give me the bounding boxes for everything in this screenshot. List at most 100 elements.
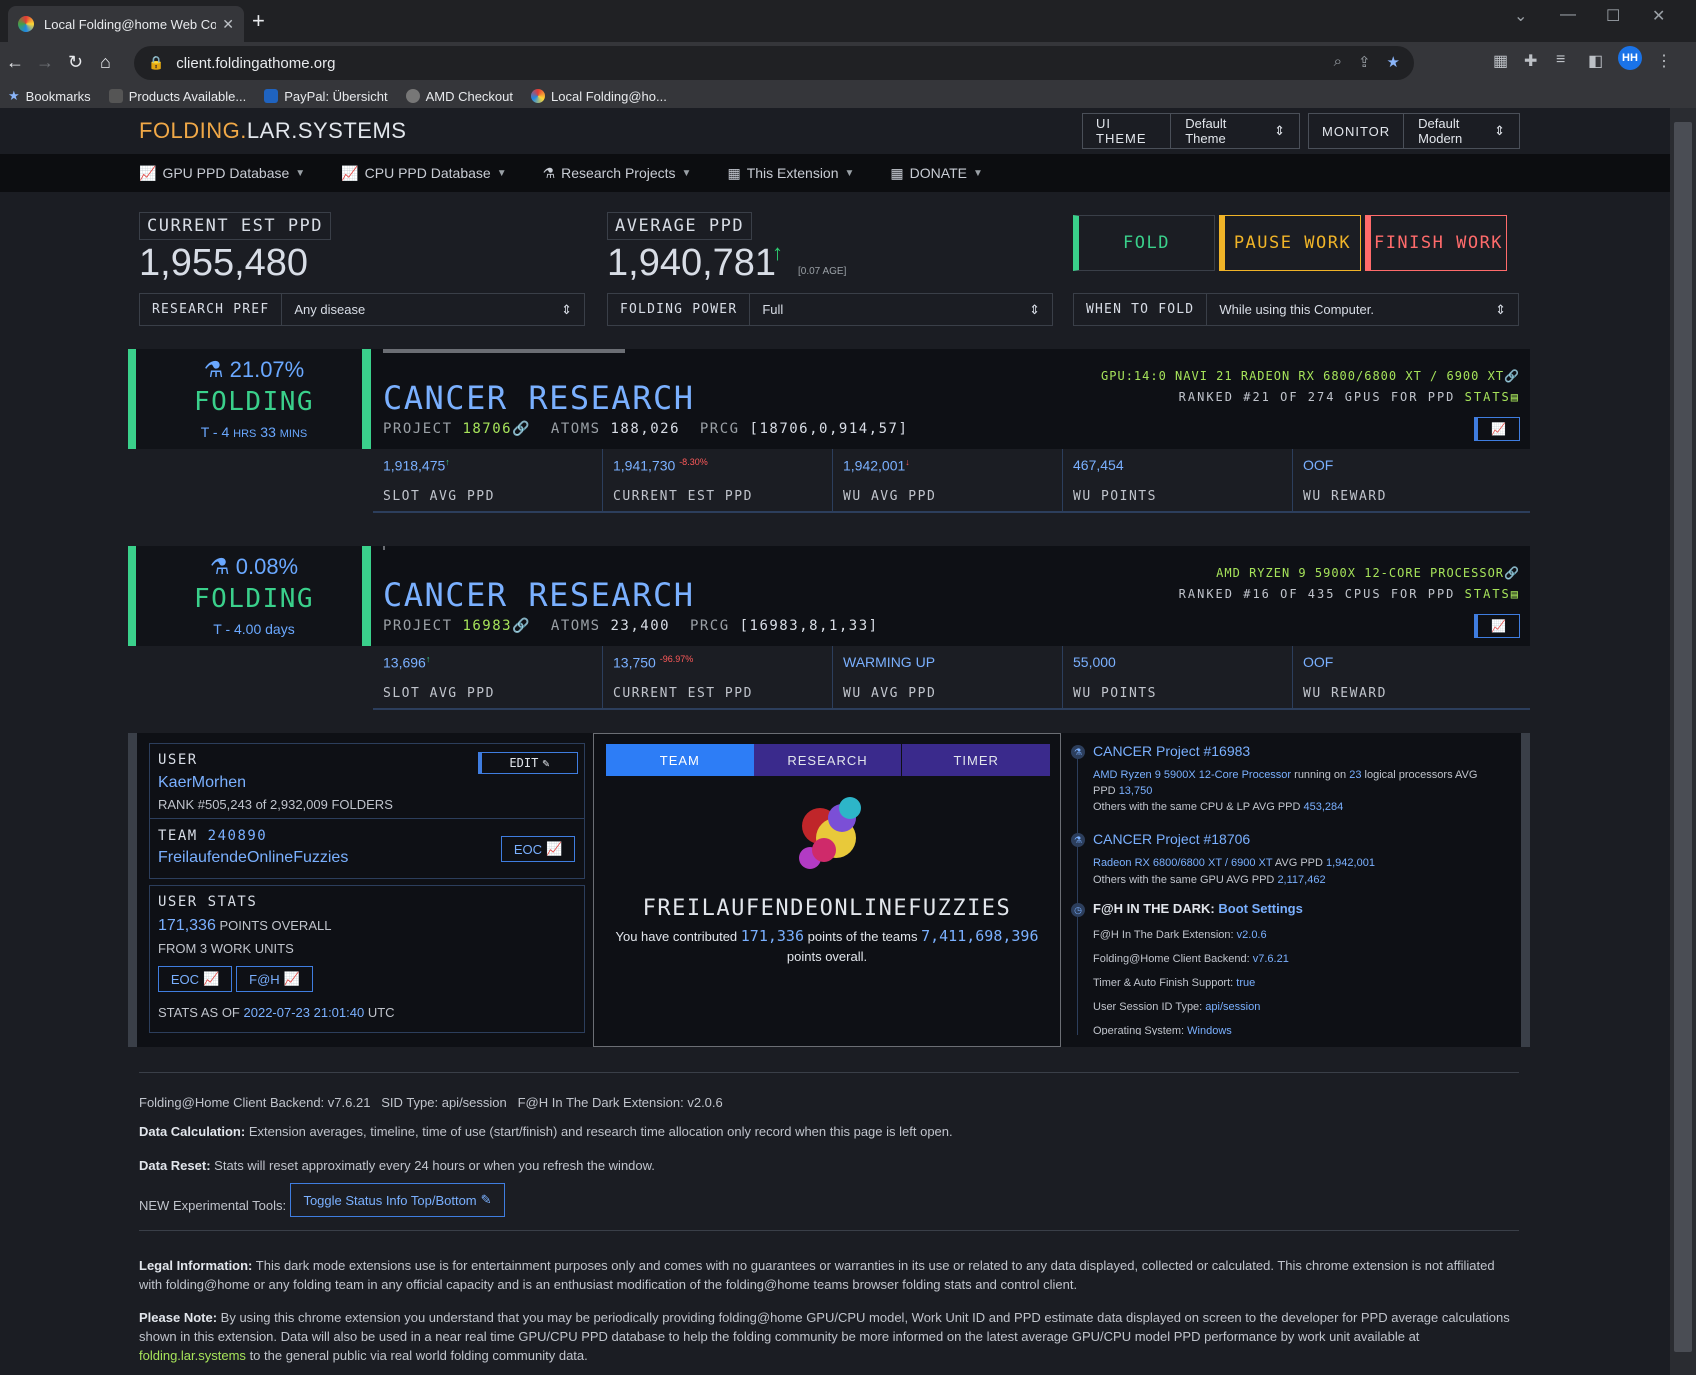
footer-legal: Legal Information: This dark mode extens… [139, 1258, 1495, 1292]
select-arrows-icon: ⇕ [1274, 123, 1285, 138]
wu-points-cell: 55,000 WU POINTS [1063, 646, 1293, 710]
research-pref-select[interactable]: RESEARCH PREF Any disease ⇕ [139, 293, 585, 326]
bookmark-item[interactable]: Local Folding@ho... [531, 89, 667, 104]
trend-up-icon: ↑ [772, 240, 783, 265]
slot-rank: RANKED #16 OF 435 CPUS FOR PPD STATS▤ [1178, 587, 1520, 601]
bookmark-item[interactable]: PayPal: Übersicht [264, 89, 388, 104]
link-icon: 🔗 [512, 421, 532, 437]
tab-search-icon[interactable]: ⌄ [1514, 6, 1527, 26]
stats-link[interactable]: STATS [1465, 390, 1511, 404]
fah-favicon-icon [18, 16, 34, 32]
tab-timer[interactable]: TIMER [902, 744, 1051, 776]
slot-device-link[interactable]: AMD RYZEN 9 5900X 12-CORE PROCESSOR🔗 [1216, 566, 1520, 580]
average-age-note: [0.07 AGE] [798, 266, 847, 277]
footer-note: Please Note: By using this chrome extens… [139, 1310, 1510, 1363]
slot-eta: T - 4 HRS 33 MINS [200, 424, 308, 440]
page-scrollbar[interactable] [1670, 108, 1696, 1375]
share-icon[interactable]: ⇪ [1358, 53, 1371, 71]
browser-tabstrip: Local Folding@home Web Contr ✕ + ⌄ — ☐ ✕ [0, 0, 1696, 42]
close-tab-icon[interactable]: ✕ [222, 16, 234, 33]
project-link[interactable]: 18706 [462, 421, 512, 437]
footer-data-reset: Data Reset: Stats will reset approximatl… [139, 1158, 655, 1173]
flask-icon: ⚗ [203, 357, 224, 382]
footer-versions: Folding@Home Client Backend: v7.6.21 SID… [139, 1095, 723, 1110]
slot-eta: T - 4.00 days [213, 621, 295, 637]
menu-gpu-ppd[interactable]: 📈 GPU PPD Database ▼ [139, 165, 305, 182]
pause-button[interactable]: PAUSE WORK [1219, 215, 1361, 271]
clock-icon: ◷ [1071, 903, 1085, 917]
stats-link[interactable]: STATS [1465, 587, 1511, 601]
user-eoc-button[interactable]: EOC 📈 [158, 966, 232, 992]
sidepanel-icon[interactable]: ◧ [1588, 51, 1603, 71]
team-eoc-button[interactable]: EOC 📈 [501, 836, 575, 862]
lock-icon: 🔒 [148, 55, 165, 70]
chevron-down-icon: ▼ [295, 167, 306, 179]
close-window-icon[interactable]: ✕ [1652, 6, 1665, 26]
slot-device-link[interactable]: GPU:14:0 NAVI 21 RADEON RX 6800/6800 XT … [1101, 369, 1520, 383]
slot-chart-button[interactable]: 📈 [1474, 417, 1520, 441]
minimize-icon[interactable]: — [1560, 6, 1576, 24]
address-bar[interactable]: 🔒 client.foldingathome.org ⌕ ⇪ ★ [134, 46, 1414, 80]
finish-button[interactable]: FINISH WORK [1365, 215, 1507, 271]
forward-icon[interactable]: → [36, 52, 54, 73]
extensions-puzzle-icon[interactable]: ✚ [1524, 51, 1537, 71]
slot-stats-row: 13,696↑ SLOT AVG PPD 13,750 -96.97% CURREN… [373, 646, 1530, 710]
bookmark-item[interactable]: ★ Bookmarks [8, 88, 91, 104]
fold-button[interactable]: FOLD [1073, 215, 1215, 271]
edit-user-button[interactable]: EDIT ✎ [478, 752, 578, 774]
toggle-status-button[interactable]: Toggle Status Info Top/Bottom ✎ [290, 1183, 505, 1217]
slot-main-panel: CANCER RESEARCH PROJECT 16983🔗 ATOMS 23,… [362, 546, 1530, 646]
folding-power-select[interactable]: FOLDING POWER Full ⇕ [607, 293, 1053, 326]
select-arrows-icon: ⇕ [561, 301, 572, 317]
bookmarks-bar: ★ Bookmarks Products Available... PayPal:… [0, 84, 1696, 108]
extension-icon[interactable]: ▦ [1493, 51, 1508, 71]
bookmark-item[interactable]: AMD Checkout [405, 89, 513, 104]
tab-team[interactable]: TEAM [606, 744, 754, 776]
edit-icon: ✎ [480, 1192, 492, 1207]
stats-as-of: STATS AS OF 2022-07-23 21:01:40 UTC [158, 1005, 395, 1020]
boot-settings-link[interactable]: Boot Settings [1218, 901, 1303, 916]
menu-cpu-ppd[interactable]: 📈 CPU PPD Database ▼ [341, 165, 506, 182]
monitor-select[interactable]: MONITOR Default Modern ⇕ [1308, 113, 1520, 149]
project-link[interactable]: 16983 [462, 618, 512, 634]
info-project-2[interactable]: CANCER Project #18706 [1093, 831, 1250, 847]
when-to-fold-select[interactable]: WHEN TO FOLD While using this Computer. ⇕ [1073, 293, 1519, 326]
scrollbar-thumb[interactable] [1674, 122, 1692, 1352]
ui-theme-select[interactable]: UI THEME Default Theme ⇕ [1082, 113, 1300, 149]
reload-icon[interactable]: ↻ [68, 52, 83, 73]
slot-chart-button[interactable]: 📈 [1474, 614, 1520, 638]
chart-icon: 📈 [1491, 422, 1506, 436]
bookmark-item[interactable]: Products Available... [108, 89, 246, 104]
maximize-icon[interactable]: ☐ [1606, 6, 1620, 26]
wu-reward-cell: OOF WU REWARD [1293, 646, 1530, 710]
bookmark-star-icon[interactable]: ★ [1387, 53, 1400, 71]
profile-avatar[interactable]: HH [1618, 46, 1642, 70]
user-name[interactable]: KaerMorhen [158, 774, 246, 792]
menu-research[interactable]: ⚗ Research Projects ▼ [543, 165, 692, 182]
grid-icon: ▦ [727, 164, 741, 181]
site-header: FOLDING.LAR.SYSTEMS UI THEME Default The… [0, 108, 1670, 154]
star-icon: ★ [8, 88, 20, 103]
media-icon[interactable]: ≡ [1556, 51, 1565, 69]
team-name[interactable]: FreilaufendeOnlineFuzzies [158, 849, 348, 867]
site-logo[interactable]: FOLDING.LAR.SYSTEMS [139, 118, 406, 144]
browser-tab[interactable]: Local Folding@home Web Contr ✕ [8, 6, 244, 42]
slot-progress-percent: ⚗ 21.07% [203, 357, 305, 382]
new-tab-icon[interactable]: + [252, 8, 265, 34]
user-fah-button[interactable]: F@H 📈 [236, 966, 313, 992]
menu-extension[interactable]: ▦ This Extension ▼ [727, 165, 854, 182]
info-project-1[interactable]: CANCER Project #16983 [1093, 743, 1250, 759]
chevron-down-icon: ▼ [681, 167, 692, 179]
menu-kebab-icon[interactable]: ⋮ [1656, 51, 1672, 71]
home-icon[interactable]: ⌂ [100, 52, 111, 73]
select-arrows-icon: ⇕ [1495, 301, 1506, 317]
back-icon[interactable]: ← [6, 52, 24, 73]
slot-progress-percent: ⚗ 0.08% [209, 554, 299, 579]
lar-systems-link[interactable]: folding.lar.systems [139, 1348, 246, 1363]
chevron-down-icon: ▼ [844, 167, 855, 179]
flask-icon: ⚗ [209, 554, 230, 579]
zoom-icon[interactable]: ⌕ [1334, 53, 1342, 71]
tab-research[interactable]: RESEARCH [753, 744, 903, 776]
menu-donate[interactable]: ▦ DONATE ▼ [890, 165, 982, 182]
slot-rank: RANKED #21 OF 274 GPUS FOR PPD STATS▤ [1178, 390, 1520, 404]
